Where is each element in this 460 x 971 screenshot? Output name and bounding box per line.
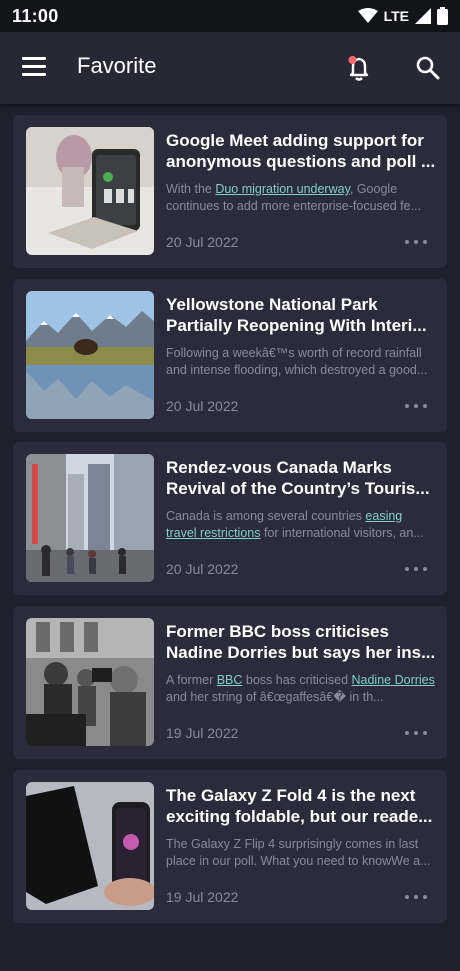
article-title[interactable]: Google Meet adding support for anonymous… [166, 130, 436, 172]
article-date: 19 Jul 2022 [166, 889, 239, 905]
wifi-icon [357, 8, 378, 23]
more-options-icon[interactable] [405, 235, 427, 249]
excerpt-link[interactable]: Duo migration underway [215, 182, 350, 196]
article-card[interactable]: Rendez-vous Canada Marks Revival of the … [13, 442, 447, 595]
excerpt-text: A former [166, 673, 217, 687]
battery-icon [437, 7, 448, 25]
menu-icon[interactable] [20, 54, 52, 82]
excerpt-text: and her string of â€œgaffesâ€� in th... [166, 690, 384, 704]
article-card[interactable]: Former BBC boss criticises Nadine Dorrie… [13, 606, 447, 759]
more-options-icon[interactable] [405, 399, 427, 413]
article-card[interactable]: Yellowstone National Park Partially Reop… [13, 279, 447, 432]
excerpt-link[interactable]: BBC [217, 673, 243, 687]
excerpt-link[interactable]: Nadine Dorries [352, 673, 435, 687]
article-thumbnail [26, 782, 154, 910]
article-date: 20 Jul 2022 [166, 398, 239, 414]
article-card[interactable]: The Galaxy Z Fold 4 is the next exciting… [13, 770, 447, 923]
app-bar: Favorite [0, 32, 460, 104]
article-date: 19 Jul 2022 [166, 725, 239, 741]
article-title[interactable]: Rendez-vous Canada Marks Revival of the … [166, 457, 436, 499]
page-title: Favorite [77, 53, 157, 78]
excerpt-text: for international visitors, an... [260, 526, 424, 540]
article-card[interactable]: Google Meet adding support for anonymous… [13, 115, 447, 268]
article-excerpt: Following a weekâ€™s worth of record rai… [166, 346, 428, 377]
more-options-icon[interactable] [405, 890, 427, 904]
article-thumbnail [26, 618, 154, 746]
excerpt-text: boss has criticised [242, 673, 352, 687]
network-type: LTE [383, 8, 409, 24]
excerpt-text: Canada is among several countries [166, 509, 366, 523]
article-excerpt: The Galaxy Z Flip 4 surprisingly comes i… [166, 837, 431, 868]
search-icon[interactable] [412, 52, 444, 84]
notification-bell-icon[interactable] [343, 52, 375, 84]
signal-icon [415, 8, 431, 24]
article-title[interactable]: The Galaxy Z Fold 4 is the next exciting… [166, 785, 436, 827]
more-options-icon[interactable] [405, 726, 427, 740]
article-excerpt: Canada is among several countries easing… [166, 508, 436, 542]
status-time: 11:00 [12, 5, 59, 26]
more-options-icon[interactable] [405, 562, 427, 576]
article-excerpt: With the Duo migration underway, Google … [166, 181, 436, 215]
article-title[interactable]: Yellowstone National Park Partially Reop… [166, 294, 436, 336]
status-icons: LTE [357, 7, 448, 25]
article-title[interactable]: Former BBC boss criticises Nadine Dorrie… [166, 621, 436, 663]
article-excerpt: A former BBC boss has criticised Nadine … [166, 672, 436, 706]
status-bar: 11:00 LTE [0, 0, 460, 32]
article-thumbnail [26, 454, 154, 582]
article-date: 20 Jul 2022 [166, 234, 239, 250]
article-thumbnail [26, 291, 154, 419]
article-date: 20 Jul 2022 [166, 561, 239, 577]
article-thumbnail [26, 127, 154, 255]
excerpt-text: With the [166, 182, 216, 196]
